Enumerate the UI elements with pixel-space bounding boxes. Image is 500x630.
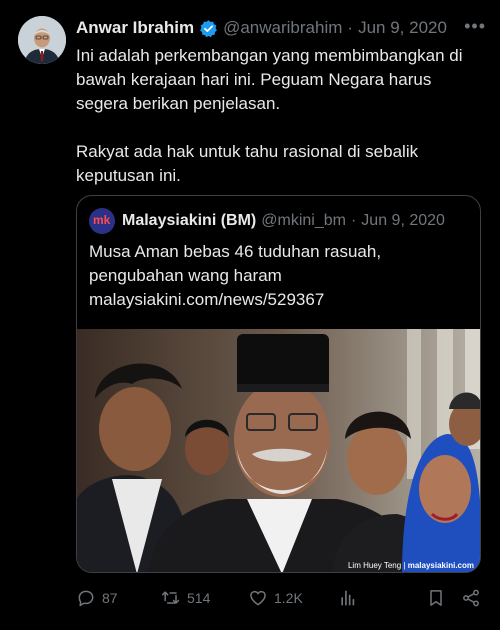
like-button[interactable]: 1.2K xyxy=(248,586,303,610)
quoted-separator: · xyxy=(350,212,357,229)
tweet-date[interactable]: Jun 9, 2020 xyxy=(358,18,447,38)
bookmark-icon xyxy=(430,590,442,606)
quoted-author-name: Malaysiakini (BM) xyxy=(122,212,257,229)
quoted-line-1: Musa Aman bebas 46 tuduhan rasuah, xyxy=(89,242,382,261)
reply-button[interactable]: 87 xyxy=(76,586,118,610)
verified-badge-icon xyxy=(199,19,218,38)
reply-icon xyxy=(78,590,94,607)
author-avatar[interactable] xyxy=(18,16,66,64)
quoted-tweet-photo[interactable]: Lim Huey Teng | malaysiakini.com xyxy=(77,329,480,572)
quoted-link[interactable]: malaysiakini.com/news/529367 xyxy=(89,288,469,312)
retweet-icon xyxy=(161,591,180,604)
quoted-tweet-header: mk Malaysiakini (BM) @mkini_bm · Jun 9, … xyxy=(89,208,470,234)
photo-credit: Lim Huey Teng | malaysiakini.com xyxy=(347,561,474,570)
author-name[interactable]: Anwar Ibrahim xyxy=(76,18,194,38)
retweet-count: 514 xyxy=(187,590,211,606)
quoted-author-handle: @mkini_bm xyxy=(261,212,346,229)
malaysiakini-logo-icon: mk xyxy=(93,213,110,227)
heart-icon xyxy=(250,590,266,606)
tweet-paragraph-1: Ini adalah perkembangan yang membimbangk… xyxy=(76,46,463,113)
retweet-button[interactable]: 514 xyxy=(161,586,210,610)
quoted-date: Jun 9, 2020 xyxy=(361,212,445,229)
share-icon xyxy=(463,589,479,607)
tweet-actions: 87 514 1.2K xyxy=(76,586,484,610)
photo-credit-site: malaysiakini.com xyxy=(407,561,474,570)
views-button[interactable] xyxy=(338,586,364,610)
more-options-icon[interactable]: ••• xyxy=(464,16,486,37)
share-button[interactable] xyxy=(461,586,487,610)
header-separator: · xyxy=(347,18,354,37)
quoted-author-avatar[interactable]: mk xyxy=(89,208,115,234)
tweet-paragraph-2: Rakyat ada hak untuk tahu rasional di se… xyxy=(76,142,419,185)
tweet: Anwar Ibrahim @anwaribrahim · Jun 9, 202… xyxy=(0,0,500,630)
quoted-logo-text: mk xyxy=(93,213,111,227)
like-count: 1.2K xyxy=(274,590,303,606)
bookmark-button[interactable] xyxy=(426,586,452,610)
quoted-line-2: pengubahan wang haram xyxy=(89,266,282,285)
analytics-icon xyxy=(341,590,355,606)
tweet-text: Ini adalah perkembangan yang membimbangk… xyxy=(76,44,476,188)
tweet-header: Anwar Ibrahim @anwaribrahim · Jun 9, 202… xyxy=(76,16,486,40)
photo-credit-name: Lim Huey Teng xyxy=(347,561,402,570)
reply-count: 87 xyxy=(102,590,118,606)
quoted-tweet[interactable]: mk Malaysiakini (BM) @mkini_bm · Jun 9, … xyxy=(76,195,481,573)
author-handle[interactable]: @anwaribrahim xyxy=(223,18,342,38)
quoted-tweet-text: Musa Aman bebas 46 tuduhan rasuah, pengu… xyxy=(89,240,469,312)
